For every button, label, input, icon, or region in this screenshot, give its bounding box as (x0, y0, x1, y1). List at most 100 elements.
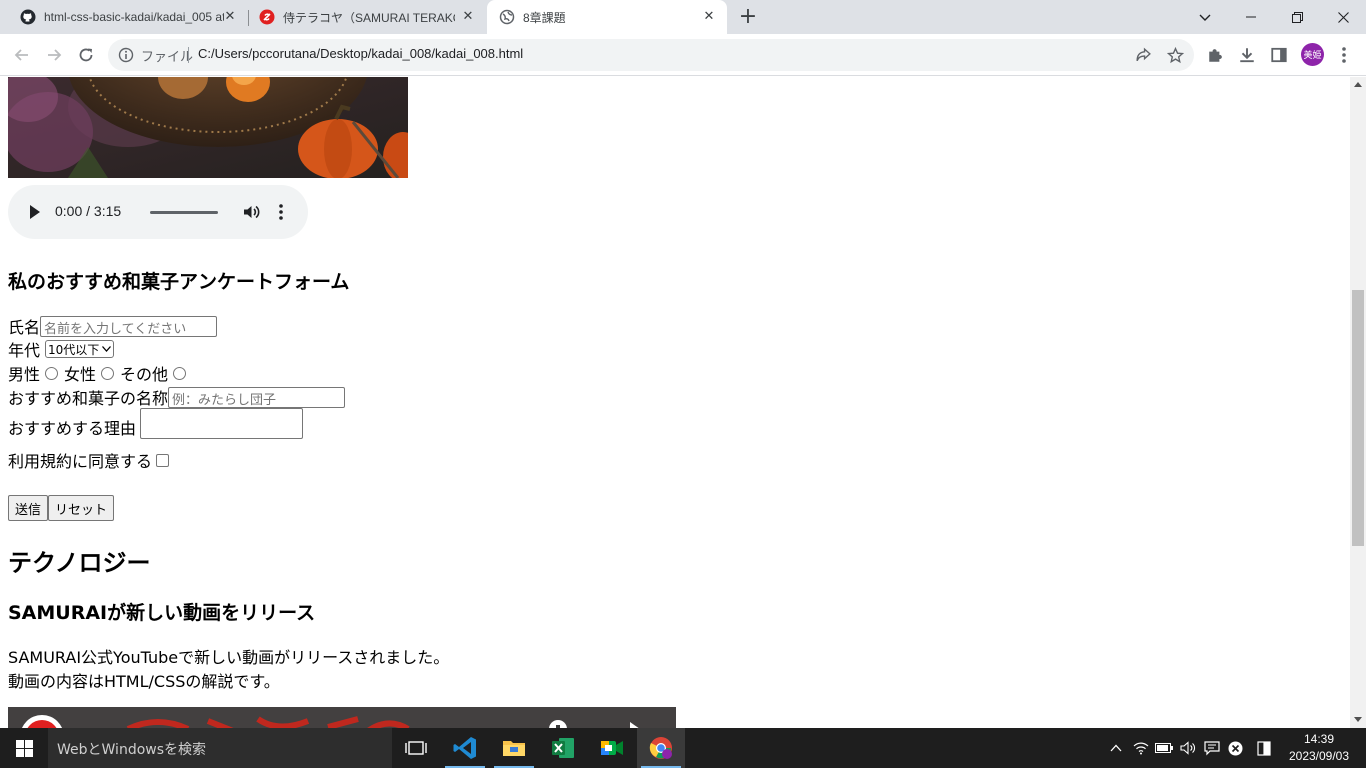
gender-male-radio[interactable] (45, 366, 59, 380)
start-button[interactable] (0, 728, 48, 768)
tab-title: html-css-basic-kadai/kadai_005 at (44, 10, 224, 24)
page-viewport: 0:00 / 3:15 私のおすすめ和菓子アンケートフォーム 氏名 名前を入力し… (0, 77, 1350, 728)
taskbar-clock[interactable]: 14:39 2023/09/03 (1282, 731, 1356, 765)
close-icon[interactable]: ✕ (701, 9, 717, 25)
tab-samurai[interactable]: 侍テラコヤ（SAMURAI TERAKOYA） ✕ (249, 0, 486, 34)
close-icon[interactable]: ✕ (222, 9, 238, 25)
windows-taskbar: WebとWindowsを検索 14:39 2023/09/03 (0, 728, 1366, 768)
action-center-icon[interactable] (1254, 738, 1274, 758)
chevron-down-icon (1199, 14, 1211, 21)
globe-icon (499, 9, 515, 25)
close-icon[interactable]: ✕ (460, 9, 476, 25)
form-buttons: 送信 リセット (8, 495, 115, 521)
taskbar-search-placeholder: WebとWindowsを検索 (57, 742, 207, 758)
pumpkin-photo (8, 77, 408, 178)
name-input[interactable]: 名前を入力してください (40, 315, 218, 337)
volume-icon[interactable] (1178, 738, 1198, 758)
menu-button[interactable] (1333, 44, 1355, 66)
more-vert-icon[interactable] (276, 203, 286, 221)
browser-toolbar: ファイル C:/Users/pccorutana/Desktop/kadai_0… (0, 34, 1366, 76)
forward-button[interactable] (40, 41, 68, 69)
reload-icon (79, 48, 93, 62)
battery-icon[interactable] (1154, 738, 1174, 758)
close-icon (1337, 11, 1349, 23)
restore-icon (1291, 11, 1303, 23)
network-icon[interactable] (1131, 738, 1151, 758)
age-row: 年代 10代以下 (8, 337, 115, 361)
scroll-down-arrow[interactable] (1354, 717, 1362, 722)
restore-button[interactable] (1274, 0, 1320, 34)
pumpkin-image (8, 77, 408, 178)
tab-search-button[interactable] (1182, 0, 1228, 34)
age-label: 年代 (8, 341, 41, 360)
scrollbar-thumb[interactable] (1352, 290, 1364, 546)
reset-button[interactable]: リセット (48, 495, 115, 521)
address-bar[interactable]: ファイル C:/Users/pccorutana/Desktop/kadai_0… (108, 39, 1194, 71)
wifi-icon (1133, 742, 1149, 755)
arrow-left-icon (14, 49, 28, 61)
sweets-row: おすすめ和菓子の名称 例：みたらし団子 (8, 385, 346, 409)
url-scheme: ファイル (141, 49, 194, 64)
clock-date: 2023/09/03 (1288, 749, 1350, 763)
excel-icon (552, 738, 574, 758)
task-view-button[interactable] (392, 728, 440, 768)
sweets-input[interactable]: 例：みたらし団子 (168, 386, 346, 408)
side-panel-button[interactable] (1268, 44, 1290, 66)
scroll-up-arrow[interactable] (1354, 82, 1362, 87)
taskbar-search[interactable]: WebとWindowsを検索 (48, 728, 392, 768)
info-icon[interactable] (118, 47, 134, 63)
tab-title: 侍テラコヤ（SAMURAI TERAKOYA） (283, 10, 455, 25)
tab-github[interactable]: html-css-basic-kadai/kadai_005 at ✕ (8, 0, 248, 34)
tab-active-kadai[interactable]: 8章課題 ✕ (487, 0, 727, 34)
minimize-icon (1246, 16, 1256, 18)
reason-label: おすすめする理由 (8, 419, 137, 438)
gender-female-radio[interactable] (101, 366, 115, 380)
close-window-button[interactable] (1320, 0, 1366, 34)
age-select-value: 10代以下 (48, 342, 100, 357)
battery-glyph (1155, 743, 1173, 753)
download-icon (1240, 48, 1254, 63)
video-call-icon (601, 741, 623, 755)
bookmark-star-icon[interactable] (1167, 47, 1184, 64)
gender-other-label: その他 (120, 365, 169, 384)
submit-button[interactable]: 送信 (8, 495, 49, 521)
gender-female-label: 女性 (64, 365, 97, 384)
audio-seek-slider[interactable] (150, 211, 218, 214)
arrow-right-icon (48, 49, 62, 61)
section-title: テクノロジー (8, 549, 151, 577)
reload-button[interactable] (72, 41, 100, 69)
chrome-icon (649, 737, 672, 759)
terms-checkbox[interactable] (156, 453, 170, 467)
page-scrollbar[interactable] (1350, 77, 1366, 728)
notification-blocked-icon[interactable] (1225, 738, 1245, 758)
speaker-icon (1180, 741, 1195, 755)
minimize-button[interactable] (1228, 0, 1274, 34)
chevron-down-icon (102, 346, 112, 352)
form-title: 私のおすすめ和菓子アンケートフォーム (8, 271, 350, 293)
reason-textarea[interactable] (140, 408, 304, 439)
article-title: SAMURAIが新しい動画をリリース (8, 602, 316, 624)
ime-icon[interactable] (1202, 738, 1222, 758)
excel-taskbar-button[interactable] (539, 728, 587, 768)
gender-other-radio[interactable] (173, 366, 187, 380)
vscode-taskbar-button[interactable] (441, 728, 489, 768)
profile-avatar[interactable]: 美姫 (1301, 43, 1324, 66)
back-button[interactable] (8, 41, 36, 69)
age-select[interactable]: 10代以下 (45, 340, 115, 358)
name-label: 氏名 (8, 318, 41, 337)
share-icon[interactable] (1135, 47, 1152, 64)
task-view-icon (405, 741, 427, 755)
explorer-taskbar-button[interactable] (490, 728, 538, 768)
downloads-button[interactable] (1236, 44, 1258, 66)
url-text[interactable]: C:/Users/pccorutana/Desktop/kadai_008/ka… (198, 46, 523, 61)
show-hidden-icons-button[interactable] (1106, 738, 1126, 758)
new-tab-button[interactable]: + (736, 5, 760, 29)
volume-icon[interactable] (242, 203, 260, 221)
audio-player: 0:00 / 3:15 (8, 185, 308, 239)
chrome-taskbar-button[interactable] (637, 728, 685, 768)
article-line-2: 動画の内容はHTML/CSSの解説です。 (8, 672, 280, 691)
youtube-embed[interactable] (8, 707, 676, 728)
meet-taskbar-button[interactable] (588, 728, 636, 768)
extensions-button[interactable] (1205, 44, 1227, 66)
play-icon[interactable] (30, 205, 40, 219)
